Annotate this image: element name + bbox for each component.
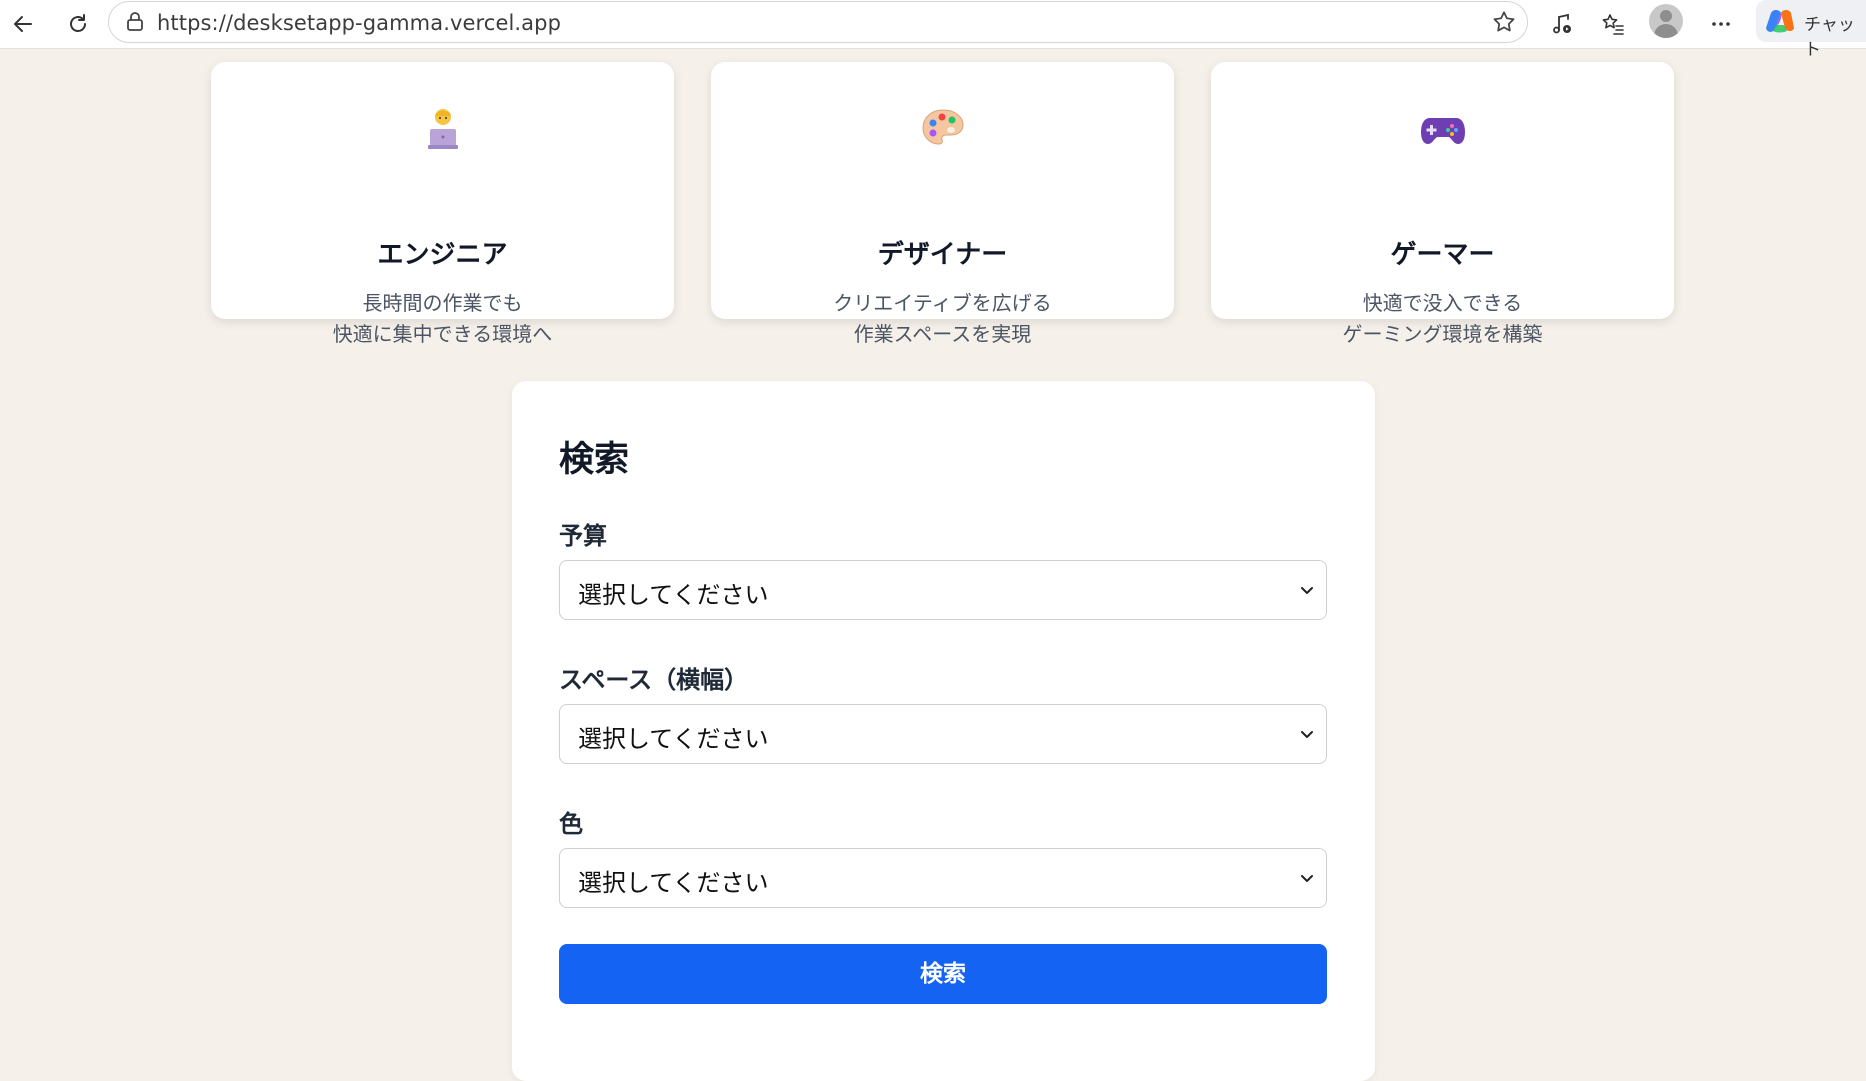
more-icon[interactable] (1703, 6, 1739, 42)
lock-icon[interactable] (123, 10, 147, 34)
color-select[interactable]: 選択してください (559, 848, 1327, 908)
browser-toolbar: https://desksetapp-gamma.vercel.app チャット (0, 0, 1866, 60)
card-title: ゲーマー (1390, 240, 1495, 270)
artist-palette-emoji-icon (711, 104, 1174, 156)
technologist-emoji-icon (211, 104, 674, 156)
copilot-icon (1766, 10, 1794, 33)
space-width-select[interactable]: 選択してください (559, 704, 1327, 764)
card-desc-line: 長時間の作業でも (362, 291, 523, 315)
copilot-chat-button[interactable]: チャット (1756, 0, 1866, 60)
color-label: 色 (559, 810, 583, 838)
favorite-star-icon[interactable] (1491, 9, 1517, 35)
chat-label: チャット (1804, 15, 1855, 60)
search-panel: 検索 予算 選択してください スペース（横幅） 選択してください 色 選択してく… (512, 381, 1375, 1081)
search-submit-button[interactable]: 検索 (559, 944, 1327, 1004)
profile-avatar[interactable] (1649, 4, 1683, 38)
url-text: https://desksetapp-gamma.vercel.app (157, 11, 562, 35)
refresh-icon[interactable] (60, 6, 96, 42)
budget-select-value: 選択してください (578, 581, 769, 609)
budget-label: 予算 (559, 522, 607, 550)
chevron-down-icon (1301, 587, 1313, 594)
card-desc-line: ゲーミング環境を構築 (1342, 322, 1543, 346)
card-title: デザイナー (877, 240, 1008, 270)
game-controller-emoji-icon (1211, 104, 1674, 156)
category-card-engineer[interactable]: エンジニア 長時間の作業でも 快適に集中できる環境へ (211, 62, 674, 346)
search-title: 検索 (559, 440, 630, 480)
card-desc-line: 快適で没入できる (1362, 291, 1523, 315)
chevron-down-icon (1301, 731, 1313, 738)
card-description: クリエイティブを広げる 作業スペースを実現 (711, 288, 1174, 350)
address-bar[interactable]: https://desksetapp-gamma.vercel.app (108, 1, 1528, 43)
card-desc-line: クリエイティブを広げる (833, 291, 1052, 315)
space-width-select-value: 選択してください (578, 725, 769, 753)
budget-select[interactable]: 選択してください (559, 560, 1327, 620)
color-select-value: 選択してください (578, 869, 769, 897)
card-desc-line: 快適に集中できる環境へ (332, 322, 553, 346)
card-description: 快適で没入できる ゲーミング環境を構築 (1211, 288, 1674, 350)
media-icon[interactable] (1544, 6, 1580, 42)
card-desc-line: 作業スペースを実現 (853, 322, 1032, 346)
card-description: 長時間の作業でも 快適に集中できる環境へ (211, 288, 674, 350)
category-card-designer[interactable]: デザイナー クリエイティブを広げる 作業スペースを実現 (711, 62, 1174, 346)
back-icon[interactable] (5, 6, 41, 42)
category-card-gamer[interactable]: ゲーマー 快適で没入できる ゲーミング環境を構築 (1211, 62, 1674, 346)
space-width-label: スペース（横幅） (559, 666, 749, 694)
card-title: エンジニア (377, 240, 508, 270)
chevron-down-icon (1301, 875, 1313, 882)
favorites-list-icon[interactable] (1595, 6, 1631, 42)
